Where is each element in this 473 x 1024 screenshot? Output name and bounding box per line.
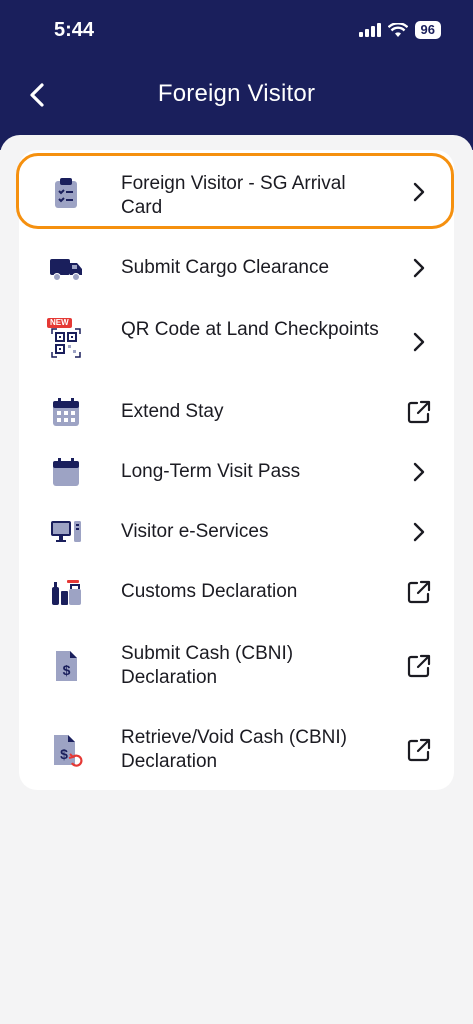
clipboard-checklist-icon [55,178,77,208]
cash-document-icon: $ [56,651,77,681]
chevron-right-icon [413,182,425,202]
external-link-icon [407,580,431,604]
menu-item-label: Long-Term Visit Pass [121,461,301,482]
menu-item-label: Submit Cash (CBNI) Declaration [121,643,294,688]
menu-item-submit-cash-declaration[interactable]: $ Submit Cash (CBNI) Declaration [19,634,454,698]
cash-document-retrieve-icon: $ [54,735,83,767]
svg-text:$: $ [63,662,71,678]
external-link-icon [407,400,431,424]
chevron-right-icon [413,462,425,482]
svg-text:$: $ [60,746,68,762]
menu-item-long-term-visit-pass[interactable]: Long-Term Visit Pass [19,442,454,502]
calendar-icon [53,458,79,486]
menu-item-qr-code[interactable]: NEW QR Code at Land Checkpoints [19,310,454,374]
new-badge: NEW [47,318,72,328]
status-icons: 96 [358,21,441,39]
menu-item-retrieve-void-cash-declaration[interactable]: $ Retrieve/Void Cash (CBNI) Declaration [19,718,454,782]
chevron-right-icon [413,258,425,278]
menu-item-label: Visitor e-Services [121,521,269,542]
page-title: Foreign Visitor [157,80,316,107]
chevron-right-icon [413,522,425,542]
goods-declaration-icon [52,580,81,605]
menu-item-cargo-clearance[interactable]: Submit Cargo Clearance [19,238,454,298]
menu-item-customs-declaration[interactable]: Customs Declaration [19,562,454,622]
menu-item-label: Submit Cargo Clearance [121,257,330,278]
menu-item-label: Retrieve/Void Cash (CBNI) Declaration [121,727,347,772]
qr-code-icon-wrap: NEW [47,318,83,360]
calendar-grid-icon [53,398,79,426]
qr-code-icon [51,328,81,358]
menu-item-sg-arrival-card[interactable]: Foreign Visitor - SG Arrival Card [19,160,454,224]
battery-indicator: 96 [414,21,441,39]
computer-icon [51,521,81,542]
menu-item-visitor-e-services[interactable]: Visitor e-Services [19,502,454,562]
truck-icon [50,259,82,281]
menu-item-label: QR Code at Land Checkpoints [121,319,379,340]
external-link-icon [407,654,431,678]
menu-item-label: Foreign Visitor - SG Arrival Card [121,173,346,218]
status-time: 5:44 [54,19,95,41]
chevron-right-icon [413,332,425,352]
menu-item-extend-stay[interactable]: Extend Stay [19,382,454,442]
wifi-icon [387,22,408,37]
app-header: 5:44 96 Foreign Visitor [0,0,473,150]
menu-item-label: Extend Stay [121,401,224,422]
menu-item-label: Customs Declaration [121,581,298,602]
signal-icon [358,23,381,37]
external-link-icon [407,738,431,762]
